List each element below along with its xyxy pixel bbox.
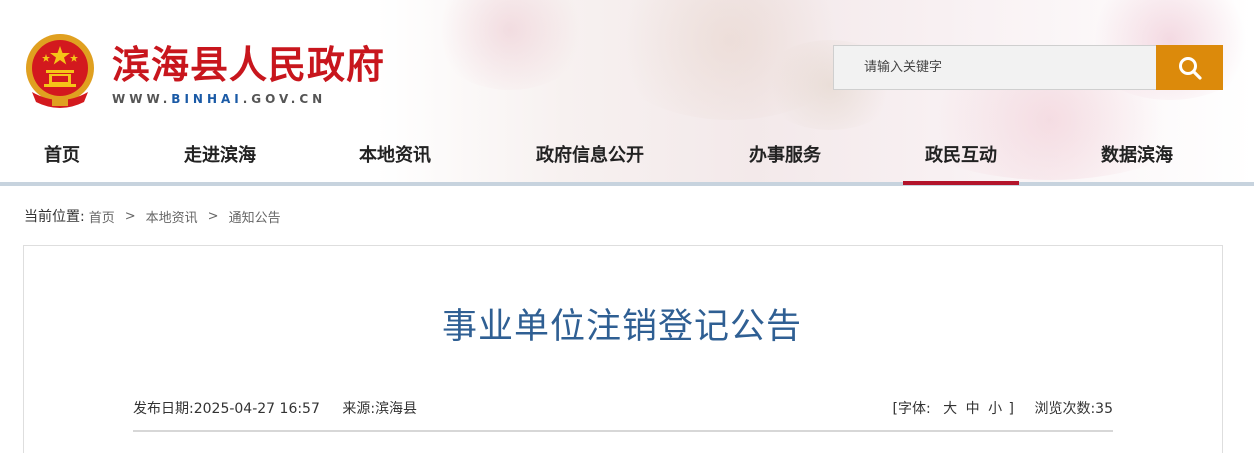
publish-date: 2025-04-27 16:57 [193,401,320,417]
breadcrumb-local-news[interactable]: 本地资讯 [146,207,198,226]
nav-divider [0,182,1254,186]
font-size-medium-button[interactable]: 中 [966,401,980,417]
nav-item-local-news[interactable]: 本地资讯 [355,130,435,184]
article-card [23,245,1223,453]
publish-date-label: 发布日期: [133,401,194,417]
nav-item-interaction[interactable]: 政民互动 [903,130,1019,184]
breadcrumb-separator: > [207,208,219,224]
article-title: 事业单位注销登记公告 [441,307,802,347]
source-label: 来源: [342,401,376,417]
nav-item-about-binhai[interactable]: 走进滨海 [180,130,260,184]
breadcrumb: 当前位置: 首页 > 本地资讯 > 通知公告 [24,206,281,226]
site-url-prefix: WWW. [112,92,172,106]
background-flower [430,0,590,90]
views-count: 35 [1095,401,1113,417]
nav-item-services[interactable]: 办事服务 [745,130,825,184]
font-size-label-close: ] [1008,401,1014,417]
breadcrumb-label: 当前位置: [24,209,85,225]
search-input[interactable]: 请输入关键字 [833,45,1157,90]
search-button[interactable] [1156,45,1223,90]
views-label: 浏览次数: [1034,401,1096,417]
national-emblem-logo[interactable] [22,32,98,110]
nav-item-home[interactable]: 首页 [42,130,82,184]
nav-item-gov-info-disclosure[interactable]: 政府信息公开 [530,130,650,184]
source-value: 滨海县 [375,401,418,417]
site-url-suffix: .GOV.CN [242,92,327,106]
site-url: WWW.BINHAI.GOV.CN [112,92,326,106]
article-tools: [字体: 大 中 小 ] 浏览次数:35 [893,398,1113,418]
breadcrumb-notices[interactable]: 通知公告 [229,207,281,226]
breadcrumb-separator: > [124,208,136,224]
font-size-label-open: [字体: [892,401,931,417]
search-icon [1178,56,1202,80]
nav-active-indicator [903,181,1019,185]
site-title[interactable]: 滨海县人民政府 [112,34,385,89]
article-meta: 发布日期:2025-04-27 16:57 来源:滨海县 [133,398,417,418]
meta-divider [133,430,1113,432]
nav-item-data-binhai[interactable]: 数据滨海 [1097,130,1177,184]
font-size-large-button[interactable]: 大 [943,401,957,417]
main-nav: 首页 走进滨海 本地资讯 政府信息公开 办事服务 政民互动 数据滨海 [0,130,1254,184]
site-url-highlight: BINHAI [171,92,243,106]
font-size-small-button[interactable]: 小 [988,401,1002,417]
breadcrumb-home[interactable]: 首页 [89,207,115,226]
